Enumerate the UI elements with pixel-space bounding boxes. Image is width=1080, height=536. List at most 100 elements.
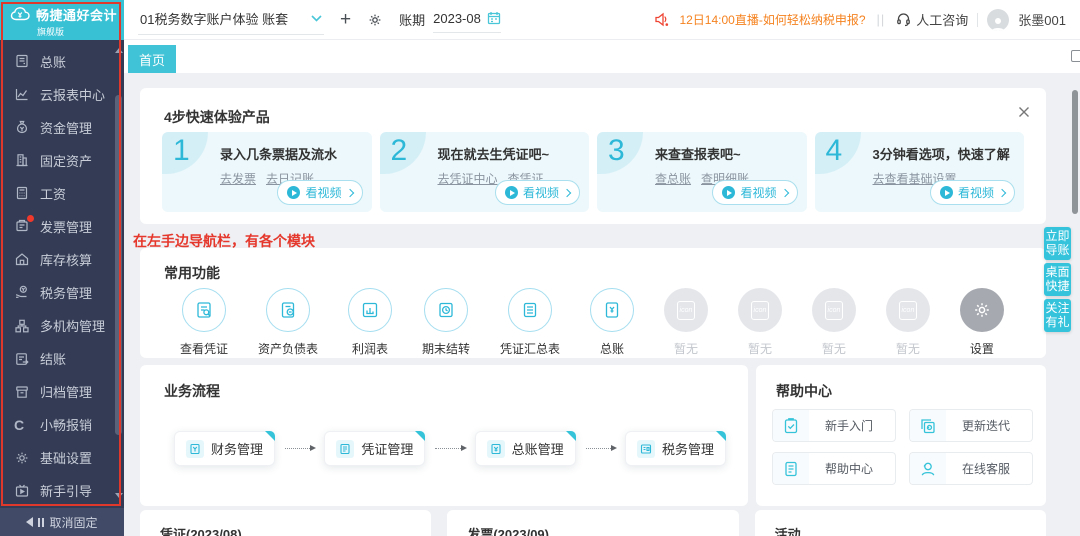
sidebar-item-inventory[interactable]: 库存核算 [0, 244, 108, 274]
account-selector[interactable]: 01税务数字账户体验 账套 [138, 5, 324, 35]
flow-node-voucher[interactable]: 凭证管理 [324, 431, 426, 466]
sidebar-nav: 总账 云报表中心 资金管理 固定资产 工资 发票管理 库存核算 税务管理 多机构… [0, 46, 108, 506]
sidebar-item-fixed-assets[interactable]: 固定资产 [0, 145, 108, 175]
sidebar-scrollbar[interactable] [115, 95, 122, 435]
header-divider [977, 12, 979, 27]
common-fn-period-closing[interactable]: 期末结转 [422, 288, 470, 357]
quick-start-card: 4步快速体验产品 1 录入几条票据及流水 去发票 去日记账 看视频 2 现在就去… [140, 88, 1046, 224]
common-fn-balance-sheet[interactable]: 资产负债表 [258, 288, 318, 357]
sidebar-item-basic-settings[interactable]: 基础设置 [0, 443, 108, 473]
voucher-icon [336, 439, 355, 458]
sidebar-item-cloud-reports[interactable]: 云报表中心 [0, 79, 108, 109]
activity-card: 活动 [754, 510, 1046, 536]
header-divider: || [876, 12, 886, 27]
tab-home[interactable]: 首页 [128, 45, 176, 73]
help-online-service-button[interactable]: 在线客服 [909, 452, 1033, 485]
import-accounts-button[interactable]: 立即 导账 [1044, 227, 1071, 260]
top-header: 畅捷通好会计 旗舰版 01税务数字账户体验 账套 + 账期 2023-08 12… [0, 0, 1080, 40]
watch-video-button[interactable]: 看视频 [277, 180, 363, 205]
cloud-report-icon [14, 86, 30, 102]
placeholder-icon: icon [885, 288, 930, 332]
help-center-button[interactable]: 帮助中心 [772, 452, 896, 485]
close-icon[interactable] [1018, 106, 1030, 118]
voucher-summary-icon [507, 288, 552, 332]
quick-step-4: 4 3分钟看选项，快速了解 去查看基础设置 看视频 [814, 132, 1024, 212]
sidebar-item-reimbursement[interactable]: C 小畅报销 [0, 410, 108, 440]
support-link[interactable]: 人工咨询 [896, 10, 968, 29]
gear-icon [14, 450, 30, 466]
bottom-cards-row: 凭证(2023/08) 发票(2023/09) 活动 [140, 510, 1046, 536]
play-icon [504, 186, 518, 199]
voucher-card-title: 凭证(2023/08) [160, 527, 242, 536]
desktop-shortcut-button[interactable]: 桌面 快捷 [1044, 263, 1071, 296]
help-center-card: 帮助中心 新手入门 更新迭代 帮助中心 在线客服 [756, 365, 1046, 506]
common-fn-voucher-summary[interactable]: 凭证汇总表 [500, 288, 560, 357]
sidebar-item-funds[interactable]: 资金管理 [0, 112, 108, 142]
business-flow-title: 业务流程 [164, 383, 220, 399]
chevron-right-icon [997, 188, 1007, 197]
sidebar-item-archive[interactable]: 归档管理 [0, 377, 108, 407]
quick-step-2: 2 现在就去生凭证吧~ 去凭证中心 查凭证 看视频 [379, 132, 589, 212]
gear-icon[interactable] [367, 12, 383, 28]
watch-video-button[interactable]: 看视频 [494, 180, 580, 205]
support-label: 人工咨询 [916, 13, 969, 28]
username[interactable]: 张墨001 [1018, 10, 1066, 29]
cloud-logo-icon [10, 6, 32, 22]
sidebar-item-beginner-guide[interactable]: 新手引导 [0, 476, 108, 506]
common-fn-settings[interactable]: 设置 [959, 288, 1004, 357]
flow-arrow [585, 444, 618, 451]
common-fn-view-voucher[interactable]: 查看凭证 [180, 288, 228, 357]
common-fn-income-statement[interactable]: 利润表 [348, 288, 392, 357]
ledger-book-icon [486, 439, 505, 458]
warehouse-icon [14, 251, 30, 267]
xiaochang-c-icon: C [14, 416, 25, 433]
tab-bar: 首页 [124, 40, 1080, 73]
help-updates-button[interactable]: 更新迭代 [909, 409, 1033, 442]
common-fn-general-ledger[interactable]: 总账 [589, 288, 634, 357]
view-voucher-icon [182, 288, 226, 332]
guide-video-icon [14, 483, 30, 499]
add-account-button[interactable]: + [340, 10, 351, 29]
sidebar-item-multi-org[interactable]: 多机构管理 [0, 311, 108, 341]
tax-icon [14, 284, 30, 300]
link-general-ledger[interactable]: 查总账 [655, 170, 691, 187]
live-broadcast-notice[interactable]: 12日14:00直播-如何轻松纳税申报? [679, 11, 865, 28]
headset-icon [896, 12, 911, 27]
link-go-invoice[interactable]: 去发票 [220, 170, 256, 187]
red-annotation-text: 在左手边导航栏，有各个模块 [133, 233, 315, 249]
business-flow-card: 业务流程 财务管理 凭证管理 总账管理 税务管理 [140, 365, 748, 506]
period-label: 账期 [399, 13, 426, 28]
watch-video-button[interactable]: 看视频 [929, 180, 1015, 205]
help-beginner-button[interactable]: 新手入门 [772, 409, 896, 442]
sidebar-item-tax[interactable]: 税务管理 [0, 277, 108, 307]
period-selector[interactable]: 2023-08 [433, 7, 501, 33]
main-content: 4步快速体验产品 1 录入几条票据及流水 去发票 去日记账 看视频 2 现在就去… [124, 73, 1080, 536]
sidebar-scroll-up-icon[interactable] [115, 48, 123, 53]
watch-video-button[interactable]: 看视频 [712, 180, 798, 205]
invoice-icon [14, 215, 34, 234]
invoice-card-title: 发票(2023/09) [467, 527, 549, 536]
flow-node-ledger[interactable]: 总账管理 [474, 431, 576, 466]
follow-reward-button[interactable]: 关注 有礼 [1044, 299, 1071, 332]
link-voucher-center[interactable]: 去凭证中心 [438, 170, 498, 187]
invoice-card: 发票(2023/09) [447, 510, 739, 536]
app-logo: 畅捷通好会计 旗舰版 [0, 0, 124, 40]
edition-label: 旗舰版 [37, 26, 65, 37]
sidebar-item-invoices[interactable]: 发票管理 [0, 211, 108, 241]
finance-icon [186, 439, 204, 458]
flow-node-finance[interactable]: 财务管理 [174, 431, 276, 466]
sidebar-item-general-ledger[interactable]: 总账 [0, 46, 108, 76]
sidebar-item-closing[interactable]: 结账 [0, 344, 108, 374]
placeholder-icon: icon [663, 288, 708, 332]
flow-node-tax[interactable]: 税务管理 [624, 431, 727, 466]
sidebar-item-salary[interactable]: 工资 [0, 178, 108, 208]
avatar[interactable] [987, 8, 1010, 31]
quick-step-3: 3 来查查报表吧~ 查总账 查明细账 看视频 [597, 132, 807, 212]
calendar-icon [487, 11, 501, 25]
unpin-sidebar-button[interactable]: 取消固定 [0, 508, 124, 536]
panel-toggle-icon[interactable] [1071, 50, 1080, 62]
floating-buttons: 立即 导账 桌面 快捷 关注 有礼 [1044, 227, 1071, 332]
sidebar-scroll-down-icon[interactable] [115, 493, 123, 498]
main-scrollbar[interactable] [1072, 90, 1078, 214]
chevron-right-icon [780, 188, 789, 197]
